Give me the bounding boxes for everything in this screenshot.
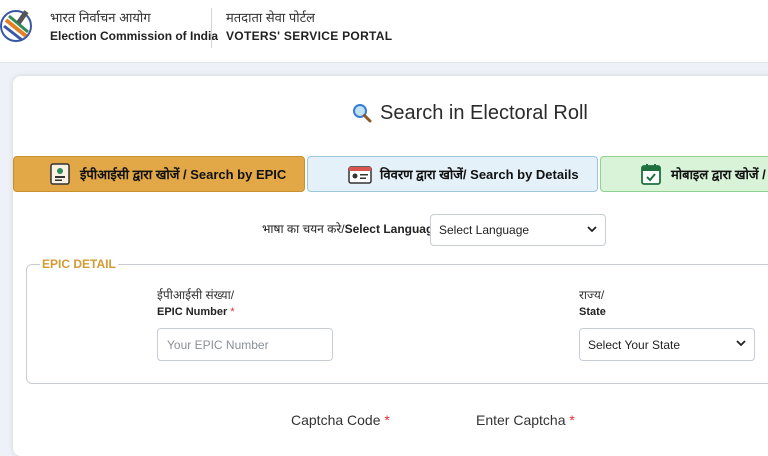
tab-search-by-mobile[interactable]: मोबाइल द्वारा खोजें / S [600, 156, 768, 192]
mobile-calendar-icon [641, 164, 661, 185]
portal-name-hindi: मतदाता सेवा पोर्टल [226, 10, 315, 25]
tab-label: ईपीआईसी द्वारा खोजें / Search by EPIC [80, 167, 287, 182]
language-label: भाषा का चयन करे/Select Language [262, 220, 440, 237]
required-mark: * [384, 412, 390, 428]
tab-label: मोबाइल द्वारा खोजें / S [671, 167, 768, 182]
epic-detail-fieldset [26, 264, 768, 384]
epic-number-label-text: EPIC Number [157, 306, 228, 318]
epic-number-label-hindi: ईपीआईसी संख्या/ [157, 288, 235, 302]
portal-name-english: VOTERS' SERVICE PORTAL [226, 29, 393, 43]
language-select[interactable]: Select Language [430, 214, 606, 246]
state-select-value: Select Your State [588, 337, 681, 352]
tab-search-by-epic[interactable]: ईपीआईसी द्वारा खोजें / Search by EPIC [13, 156, 305, 192]
captcha-code-label-text: Captcha Code [291, 412, 381, 428]
enter-captcha-label-text: Enter Captcha [476, 412, 566, 428]
tab-search-by-details[interactable]: विवरण द्वारा खोजें/ Search by Details [307, 156, 598, 192]
chevron-down-icon [736, 340, 746, 347]
org-name-english: Election Commission of India [50, 29, 219, 43]
language-label-hindi: भाषा का चयन करे/ [262, 222, 345, 236]
language-label-english: Select Language [344, 222, 440, 236]
page-title: Search in Electoral Roll [352, 100, 588, 126]
chevron-down-icon [587, 226, 597, 233]
search-icon [353, 104, 372, 123]
eci-logo-icon[interactable] [0, 6, 36, 52]
captcha-code-label: Captcha Code * [291, 412, 390, 428]
epic-number-label: EPIC Number * [157, 306, 235, 318]
state-label-hindi: राज्य/ [579, 288, 605, 302]
id-card-icon [50, 163, 70, 185]
org-name-hindi: भारत निर्वाचन आयोग [50, 10, 151, 25]
epic-number-placeholder: Your EPIC Number [167, 337, 269, 352]
tab-label: विवरण द्वारा खोजें/ Search by Details [380, 167, 579, 182]
site-header: भारत निर्वाचन आयोग Election Commission o… [0, 0, 768, 63]
enter-captcha-label: Enter Captcha * [476, 412, 575, 428]
required-mark: * [230, 306, 235, 318]
header-divider [211, 8, 212, 48]
details-card-icon [348, 166, 372, 184]
epic-number-input[interactable]: Your EPIC Number [157, 328, 333, 361]
state-select[interactable]: Select Your State [579, 328, 755, 361]
state-label: State [579, 306, 606, 318]
epic-detail-legend: EPIC DETAIL [40, 257, 118, 271]
required-mark: * [569, 412, 575, 428]
page-title-text: Search in Electoral Roll [380, 101, 588, 124]
language-select-value: Select Language [439, 223, 530, 237]
